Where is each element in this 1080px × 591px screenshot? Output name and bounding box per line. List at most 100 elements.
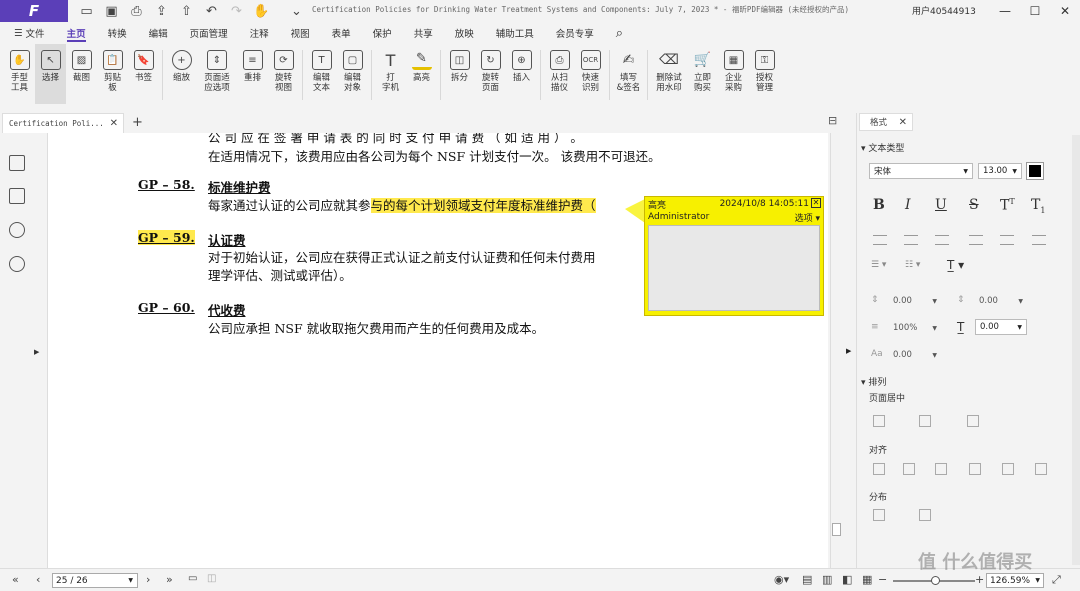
- zoom-level-input[interactable]: 126.59% ▼: [986, 573, 1044, 588]
- horizontal-scale-select[interactable]: 100% ▼: [889, 320, 941, 336]
- center-both-icon[interactable]: [967, 415, 979, 427]
- annotation-options[interactable]: 选项 ▾: [795, 211, 820, 224]
- split-button[interactable]: ◫ 拆分: [444, 44, 475, 104]
- justify-all-icon[interactable]: [1000, 235, 1014, 245]
- align-objects-bottom-icon[interactable]: [1035, 463, 1047, 475]
- gp59-heading-text[interactable]: GP – 59.: [138, 230, 195, 245]
- tab-list-icon[interactable]: ⊟: [828, 114, 837, 127]
- font-family-select[interactable]: 宋体 ▼: [869, 163, 973, 179]
- collapse-panel-icon[interactable]: ▶: [846, 347, 851, 355]
- tab-convert[interactable]: 转换: [97, 22, 138, 44]
- align-objects-middle-icon[interactable]: [1002, 463, 1014, 475]
- save-icon[interactable]: ▣: [99, 4, 124, 19]
- user-account[interactable]: 用户40544913: [912, 4, 976, 17]
- underline-icon[interactable]: U: [935, 197, 947, 213]
- close-panel-icon[interactable]: ✕: [899, 117, 907, 128]
- format-tab[interactable]: 格式 ✕: [859, 113, 913, 131]
- comments-panel-icon[interactable]: [9, 222, 25, 238]
- hand-tool-icon[interactable]: ✋: [249, 4, 274, 19]
- italic-icon[interactable]: I: [905, 197, 911, 213]
- first-page-icon[interactable]: «: [12, 573, 19, 586]
- annotation-text-area[interactable]: [648, 225, 820, 311]
- align-objects-center-icon[interactable]: [903, 463, 915, 475]
- fullscreen-icon[interactable]: ⤢: [1052, 573, 1061, 587]
- attachments-panel-icon[interactable]: [9, 256, 25, 272]
- document-scrollbar[interactable]: [830, 133, 842, 568]
- continuous-view-icon[interactable]: ▥: [822, 573, 832, 586]
- tab-page-manage[interactable]: 页面管理: [179, 22, 239, 44]
- distribute-icon[interactable]: [1032, 235, 1046, 245]
- remove-watermark-button[interactable]: ⌫ 删除试 用水印: [651, 44, 687, 104]
- typewriter-button[interactable]: T 打 字机: [375, 44, 406, 104]
- numbered-list-icon[interactable]: ☷ ▾: [905, 260, 920, 270]
- expand-panel-icon[interactable]: ▶: [34, 348, 39, 356]
- ocr-button[interactable]: OCR 快速 识别: [575, 44, 606, 104]
- tab-home[interactable]: 主页: [56, 22, 97, 44]
- edit-object-button[interactable]: ▢ 编辑 对象: [337, 44, 368, 104]
- maximize-icon[interactable]: ☐: [1020, 0, 1050, 22]
- gp58-text-highlighted[interactable]: 与的每个计划领域支付年度标准维护费（: [370, 198, 596, 213]
- minimize-icon[interactable]: —: [990, 0, 1020, 22]
- facing-view-icon[interactable]: ◧: [842, 573, 852, 586]
- align-right-icon[interactable]: [935, 235, 949, 245]
- read-mode-icon[interactable]: ◉▾: [774, 573, 789, 586]
- single-page-view-icon[interactable]: ▤: [802, 573, 812, 586]
- justify-icon[interactable]: [969, 235, 983, 245]
- align-objects-left-icon[interactable]: [873, 463, 885, 475]
- highlight-button[interactable]: ✎ 高亮: [406, 44, 437, 104]
- strikethrough-icon[interactable]: S: [969, 197, 979, 213]
- zoom-slider-knob[interactable]: [931, 576, 940, 585]
- align-objects-right-icon[interactable]: [935, 463, 947, 475]
- redo-icon[interactable]: ↷: [224, 4, 249, 19]
- tab-form[interactable]: 表单: [321, 22, 362, 44]
- export-icon[interactable]: ⇪: [149, 4, 174, 19]
- tab-share[interactable]: 共享: [403, 22, 444, 44]
- tab-protect[interactable]: 保护: [362, 22, 403, 44]
- zoom-button[interactable]: + 缩放: [166, 44, 197, 104]
- open-icon[interactable]: ▭: [74, 4, 99, 19]
- tab-member[interactable]: 会员专享: [545, 22, 605, 44]
- continuous-facing-view-icon[interactable]: ▦: [862, 573, 872, 586]
- panel-scrollbar[interactable]: [1072, 135, 1080, 565]
- undo-icon[interactable]: ↶: [199, 4, 224, 19]
- select-button[interactable]: ↖ 选择: [35, 44, 66, 104]
- line-spacing-select[interactable]: 0.00 ▼: [889, 293, 941, 309]
- fill-sign-button[interactable]: ✍ 填写 &签名: [613, 44, 644, 104]
- center-vertical-icon[interactable]: [919, 415, 931, 427]
- page-number-input[interactable]: 25 / 26 ▼: [52, 573, 138, 588]
- fit-page-button[interactable]: ⇕ 页面适 应选项: [197, 44, 237, 104]
- bullet-list-icon[interactable]: ☰ ▾: [871, 260, 886, 270]
- distribute-vertical-icon[interactable]: [873, 509, 885, 521]
- scrollbar-thumb[interactable]: [832, 523, 841, 536]
- single-page-icon[interactable]: ▭: [188, 573, 197, 584]
- search-icon[interactable]: ⌕: [605, 22, 634, 44]
- tab-view[interactable]: 视图: [280, 22, 321, 44]
- center-horizontal-icon[interactable]: [873, 415, 885, 427]
- baseline-offset-select[interactable]: 0.00 ▼: [889, 347, 941, 363]
- reflow-button[interactable]: ≡ 重排: [237, 44, 268, 104]
- font-size-select[interactable]: 13.00 ▼: [978, 163, 1022, 179]
- insert-button[interactable]: ⊕ 插入: [506, 44, 537, 104]
- zoom-in-icon[interactable]: +: [975, 573, 984, 586]
- two-page-icon[interactable]: ◫: [207, 573, 216, 584]
- superscript-icon[interactable]: TT: [1000, 197, 1015, 214]
- new-tab-icon[interactable]: +: [132, 115, 143, 130]
- close-annotation-icon[interactable]: ✕: [811, 198, 821, 208]
- upload-icon[interactable]: ⇧: [174, 4, 199, 19]
- print-icon[interactable]: ⎙: [124, 4, 149, 19]
- bookmark-panel-icon[interactable]: [9, 155, 25, 171]
- zoom-slider[interactable]: [893, 576, 975, 585]
- text-direction-icon[interactable]: T̲ ▾: [947, 258, 964, 272]
- distribute-horizontal-icon[interactable]: [919, 509, 931, 521]
- close-tab-icon[interactable]: ✕: [110, 118, 118, 129]
- snapshot-button[interactable]: ▨ 截图: [66, 44, 97, 104]
- zoom-out-icon[interactable]: −: [878, 573, 887, 586]
- enterprise-purchase-button[interactable]: ▦ 企业 采购: [718, 44, 749, 104]
- rotate-page-button[interactable]: ↻ 旋转 页面: [475, 44, 506, 104]
- file-menu[interactable]: ☰ 文件: [0, 22, 56, 44]
- char-spacing-select[interactable]: 0.00 ▼: [975, 319, 1027, 335]
- clipboard-button[interactable]: 📋 剪贴 板: [97, 44, 128, 104]
- hand-tool-button[interactable]: ✋ 手型 工具: [4, 44, 35, 104]
- tab-present[interactable]: 放映: [444, 22, 485, 44]
- annotation-popup[interactable]: 高亮 2024/10/8 14:05:11 ✕ Administrator 选项…: [644, 196, 824, 316]
